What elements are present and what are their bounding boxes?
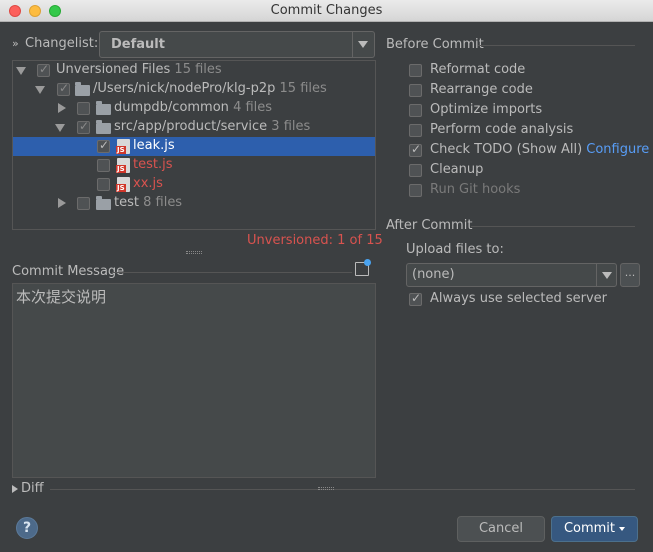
upload-files-label: Upload files to: — [406, 242, 504, 257]
commit-message-history-icon[interactable] — [355, 259, 371, 276]
file-count: 3 files — [271, 119, 311, 134]
checkbox[interactable] — [409, 291, 422, 306]
changelist-value: Default — [111, 37, 165, 52]
before-commit-title: Before Commit — [386, 37, 484, 52]
separator-line — [112, 272, 352, 273]
diff-toggle[interactable]: Diff — [21, 481, 44, 496]
changelist-label: Changelist: — [25, 36, 99, 51]
chevron-down-icon[interactable] — [358, 41, 368, 48]
checkbox[interactable] — [77, 119, 90, 134]
tree-row-leak-js[interactable]: JS leak.js — [13, 137, 375, 156]
js-file-icon: JS — [116, 158, 130, 173]
unversioned-status: Unversioned: 1 of 15 — [247, 233, 383, 248]
chevron-down-icon[interactable] — [602, 272, 612, 279]
title-bar: Commit Changes — [0, 0, 653, 22]
tree-node-label: test.js — [133, 157, 173, 172]
folder-icon — [96, 120, 111, 134]
tree-node-label: test — [114, 195, 139, 210]
tree-node-label: dumpdb/common — [114, 100, 229, 115]
changes-tree[interactable]: Unversioned Files 15 files /Users/nick/n… — [12, 60, 376, 230]
tree-node-label: Unversioned Files — [56, 62, 171, 77]
commit-message-input[interactable]: 本次提交说明 — [12, 283, 376, 478]
checkbox[interactable] — [77, 102, 90, 115]
commit-message-label: Commit Message — [12, 264, 125, 279]
file-count: 15 files — [174, 62, 222, 77]
after-commit-title: After Commit — [386, 218, 473, 233]
changelist-select[interactable]: Default — [99, 31, 375, 58]
expand-toggle-icon[interactable] — [58, 198, 66, 208]
checkbox[interactable] — [409, 142, 422, 157]
checkbox[interactable] — [97, 159, 110, 172]
splitter-grip[interactable] — [186, 251, 202, 254]
tree-node-label: /Users/nick/nodePro/klg-p2p — [93, 81, 276, 96]
checkbox[interactable] — [409, 164, 422, 177]
commit-button-label: Commit — [563, 521, 616, 536]
separator-line — [50, 489, 635, 490]
file-count: 15 files — [279, 81, 327, 96]
checkbox — [409, 184, 422, 197]
chevron-right-icon[interactable] — [12, 485, 18, 493]
folder-icon — [96, 196, 111, 210]
tree-row-xx-js[interactable]: JS xx.js — [13, 175, 375, 194]
checkbox[interactable] — [97, 178, 110, 191]
separator-line — [471, 226, 635, 227]
configure-link[interactable]: Configure — [586, 142, 649, 157]
folder-icon — [75, 82, 90, 96]
checkbox[interactable] — [409, 124, 422, 137]
folder-icon — [96, 101, 111, 115]
checkbox[interactable] — [409, 104, 422, 117]
tree-node-label: src/app/product/service — [114, 119, 268, 134]
file-count: 4 files — [233, 100, 273, 115]
upload-server-select[interactable]: (none) — [406, 263, 617, 287]
expand-toggle-icon[interactable] — [55, 124, 65, 132]
checkbox[interactable] — [37, 62, 50, 77]
tree-row-dumpdb[interactable]: dumpdb/common 4 files — [13, 99, 375, 118]
tree-node-label: leak.js — [133, 138, 175, 153]
divider — [352, 32, 353, 57]
tree-row-unversioned-files[interactable]: Unversioned Files 15 files — [13, 61, 375, 80]
expand-arrows-icon: » — [12, 37, 19, 50]
chevron-down-icon[interactable] — [619, 526, 626, 531]
tree-row-test-js[interactable]: JS test.js — [13, 156, 375, 175]
checkbox[interactable] — [409, 64, 422, 77]
commit-button[interactable]: Commit — [551, 516, 638, 542]
separator-line — [478, 45, 635, 46]
js-file-icon: JS — [116, 139, 130, 154]
help-button[interactable]: ? — [16, 517, 38, 539]
tree-row-test[interactable]: test 8 files — [13, 194, 375, 213]
cancel-button[interactable]: Cancel — [457, 516, 545, 542]
checkbox[interactable] — [97, 138, 110, 153]
expand-toggle-icon[interactable] — [35, 86, 45, 94]
tree-node-label: xx.js — [133, 176, 163, 191]
tree-row-service[interactable]: src/app/product/service 3 files — [13, 118, 375, 137]
browse-servers-button[interactable]: ... — [620, 263, 640, 287]
tree-row-project[interactable]: /Users/nick/nodePro/klg-p2p 15 files — [13, 80, 375, 99]
js-file-icon: JS — [116, 177, 130, 192]
checkbox[interactable] — [77, 197, 90, 210]
checkbox[interactable] — [409, 84, 422, 97]
splitter-grip[interactable] — [318, 487, 334, 490]
expand-toggle-icon[interactable] — [16, 67, 26, 75]
checkbox[interactable] — [57, 81, 70, 96]
window-title: Commit Changes — [270, 3, 383, 18]
divider — [596, 264, 597, 286]
file-count: 8 files — [143, 195, 183, 210]
expand-toggle-icon[interactable] — [58, 103, 66, 113]
upload-server-value: (none) — [412, 267, 455, 282]
